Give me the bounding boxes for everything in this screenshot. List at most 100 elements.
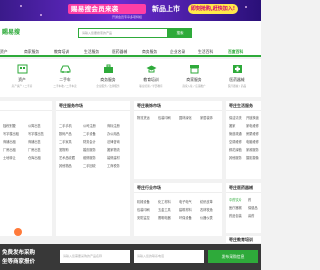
product-name-input[interactable]: 请输入您需要采购的产品名称 [60,250,130,263]
list-item[interactable]: 财务会计 [83,139,96,144]
list-item[interactable]: 电脑维修 [246,139,259,144]
promo-cta-button[interactable]: 即刻抢购,赶快加入! [188,4,238,14]
list-item[interactable]: 写字楼出售 [28,131,44,136]
list-item[interactable]: 数码产品 [59,131,72,136]
search-button[interactable]: 搜索 [168,28,192,38]
list-item[interactable]: 土地转让 [3,155,16,160]
list-item[interactable]: 药 [248,197,251,202]
list-item[interactable]: 包装印刷 [158,115,171,120]
list-item[interactable]: 安防监控 [137,215,150,220]
list-item[interactable]: 包装印刷 [137,207,150,212]
nav-item-encyclopedia[interactable]: 生活百科 [198,47,213,56]
nav-item-life[interactable]: 生活服务 [84,47,99,56]
category-merchant[interactable]: 商家服务 商家入驻 / 店铺推广 [174,64,214,94]
list-item[interactable]: 建筑材料 [179,207,192,212]
category-education[interactable]: 教育培训 职业培训 / 学历教育 [131,64,171,94]
list-item[interactable]: 工商税务 [107,163,120,168]
list-item[interactable]: 其他物品 [59,163,72,168]
list-item[interactable]: 法律咨询 [107,139,120,144]
category-business[interactable]: 商务服务 企业服务 / 法律服务 [88,64,128,94]
list-item[interactable]: 商铺出售 [28,139,41,144]
list-item[interactable]: 环保设备 [179,215,192,220]
list-item[interactable]: 物流货运 [137,115,150,120]
panel-title[interactable]: 枣庄行业市场 [134,183,222,193]
list-item[interactable]: 空调维修 [229,139,242,144]
float-close-icon[interactable] [14,228,22,236]
category-sub: 二手车收 / 二手车卖 [53,85,77,88]
list-item[interactable]: 艺术品收藏 [59,155,75,160]
list-item[interactable]: 搬家物流 [107,147,120,152]
category-sub: 商家入驻 / 店铺推广 [182,85,206,88]
sparkle-decoration [40,14,42,16]
nav-item-merchant[interactable]: 商家服务 [24,47,39,56]
list-item[interactable]: 医疗器械 [229,205,242,210]
list-item[interactable]: 搬家 [229,123,235,128]
list-item[interactable]: 宠物狗 [59,147,69,152]
list-item[interactable]: 化工材料 [158,199,171,204]
nav-item-baike[interactable]: 百度百科 [228,47,243,56]
list-item[interactable]: 二手回收 [83,163,96,168]
list-item[interactable]: 机械设备 [137,199,150,204]
list-item[interactable]: 公寓出售 [28,123,41,128]
list-item[interactable]: 家电维修 [246,123,259,128]
phone-input[interactable]: 请输入您的联系电话 [134,250,204,263]
float-title-line1: 免费发布采购 [2,250,36,256]
list-item[interactable]: 商铺出租 [3,139,16,144]
list-item[interactable]: 家居装饰 [200,115,213,120]
list-item[interactable]: 厂房出租 [3,147,16,152]
list-item[interactable]: 中药饮片 [229,197,242,202]
panel-title[interactable]: 枣庄生活服务 [226,101,261,111]
promo-banner[interactable]: 赐易搜会员来袭 新品上市 即刻抢购,赶快加入! 开通会员专享多项特权 [0,0,261,21]
list-item[interactable]: 仓库出租 [28,155,41,160]
list-item[interactable]: 鲜花绿植 [229,147,242,152]
list-item[interactable]: 开锁换锁 [246,115,259,120]
search-input[interactable]: 请输入您要搜索的产品 [78,28,168,38]
panel-title[interactable]: 枣庄医药器械 [226,183,261,193]
list-item[interactable]: 管道疏通 [229,131,242,136]
panel-title[interactable]: 枣庄服务市场 [56,101,130,111]
list-item[interactable]: 园林绿化 [179,115,192,120]
medical-cross-icon [232,64,243,74]
list-item[interactable]: 商标注册 [107,123,120,128]
nav-item-education[interactable]: 教育培训 [54,47,69,56]
panel-title[interactable]: 枣庄教育培训 [226,236,261,244]
nav-item-medical[interactable]: 医药器械 [112,47,127,56]
list-item[interactable]: 纺织皮革 [200,199,213,204]
list-item[interactable]: 厂房出售 [28,147,41,152]
list-item[interactable]: 写字楼出租 [3,131,19,136]
list-item[interactable]: 五金工具 [158,207,171,212]
list-item[interactable]: 装修建材 [107,155,120,160]
list-item[interactable]: 独栋别墅 [3,123,16,128]
list-item[interactable]: 药品包装 [229,213,242,218]
publish-purchase-button[interactable]: 发布采购信息 [208,250,258,263]
category-assets[interactable]: 资产 房产资产 / 二手房 [2,64,42,94]
site-logo[interactable]: 赐易搜 [2,27,42,39]
list-item[interactable]: 二手手机 [59,123,72,128]
list-item[interactable]: 维修服务 [83,155,96,160]
list-item[interactable]: 仪器仪表 [200,215,213,220]
service-panel: 枣庄服务市场 二手手机 公司注册 商标注册 数码产品 二手设备 办公用品 二手家… [56,101,130,236]
list-item[interactable]: 摄影摄像 [246,155,259,160]
list-item[interactable]: 婚庆服务 [83,147,96,152]
list-item[interactable]: 其他服务 [229,155,242,160]
nav-item-business[interactable]: 商务服务 [142,47,157,56]
category-medical[interactable]: 医药器械 医疗器械 / 药品 [217,64,257,94]
list-item[interactable]: 照明电器 [158,215,171,220]
panel-title[interactable]: 枣庄装饰市场 [134,101,222,111]
nav-item-assets[interactable]: 资产 [0,47,8,56]
list-item[interactable]: 二手家具 [59,139,72,144]
list-item[interactable]: 办公用品 [107,131,120,136]
category-strip: 资产 房产资产 / 二手房 二手车 二手车收 / 二手车卖 商务服务 企业服务 … [0,59,261,97]
list-item[interactable]: 家政服务 [246,147,259,152]
list-item[interactable]: 农林牧渔 [200,207,213,212]
nav-item-directory[interactable]: 企业名录 [170,47,185,56]
list-item[interactable]: 兽药 [248,213,254,218]
list-item[interactable]: 保洁清洗 [229,115,242,120]
assets-panel: 独栋别墅 公寓出售 写字楼出租 写字楼出售 商铺出租 商铺出售 厂房出租 厂房出… [0,101,52,236]
list-item[interactable]: 电子电气 [179,199,192,204]
category-used-car[interactable]: 二手车 二手车收 / 二手车卖 [45,64,85,94]
list-item[interactable]: 二手设备 [83,131,96,136]
list-item[interactable]: 房屋维修 [246,131,259,136]
list-item[interactable]: 公司注册 [83,123,96,128]
list-item[interactable]: 保健品 [248,205,258,210]
